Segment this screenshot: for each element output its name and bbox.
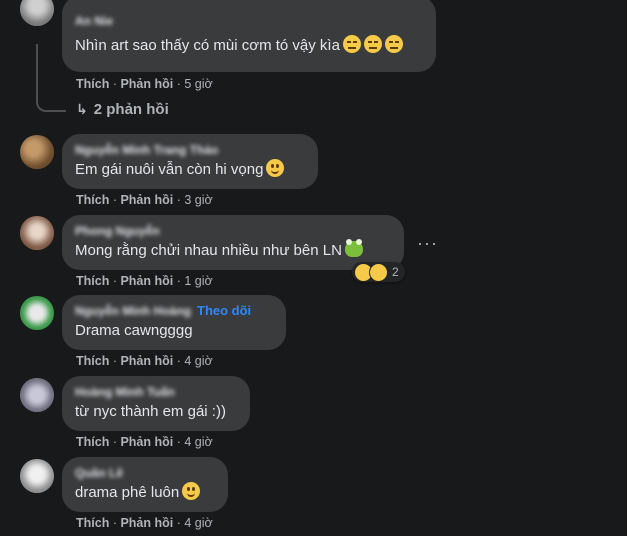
comment-author[interactable]: Nguyễn Minh Trang Thảo bbox=[75, 142, 218, 158]
follow-link[interactable]: Theo dõi bbox=[197, 303, 251, 318]
comment-actions: Thích · Phản hồi · 4 giờ bbox=[76, 516, 213, 530]
comment-time[interactable]: 1 giờ bbox=[184, 274, 212, 288]
reply-link[interactable]: Phản hồi bbox=[120, 274, 173, 288]
comment-author[interactable]: Quân Lê bbox=[75, 465, 123, 481]
comment-time[interactable]: 4 giờ bbox=[184, 354, 212, 368]
comment-text: Mong rằng chửi nhau nhiều như bên LN bbox=[75, 239, 391, 262]
comment-author[interactable]: Nguyễn Minh Hoàng bbox=[75, 303, 191, 319]
comment-time[interactable]: 5 giờ bbox=[184, 77, 212, 91]
reaction-summary[interactable]: 2 bbox=[352, 262, 405, 282]
reply-link[interactable]: Phản hồi bbox=[120, 516, 173, 530]
like-link[interactable]: Thích bbox=[76, 354, 109, 368]
comment-bubble: Quân Lê drama phê luôn bbox=[62, 457, 228, 512]
comment-author[interactable]: An Nie bbox=[75, 13, 113, 29]
like-link[interactable]: Thích bbox=[76, 516, 109, 530]
reply-link[interactable]: Phản hồi bbox=[120, 435, 173, 449]
unamused-face-icon bbox=[363, 35, 382, 53]
reply-link[interactable]: Phản hồi bbox=[120, 193, 173, 207]
comment-bubble: Hoàng Minh Tuấn từ nyc thành em gái :)) bbox=[62, 376, 250, 431]
comment-author[interactable]: Hoàng Minh Tuấn bbox=[75, 384, 175, 400]
comment-time[interactable]: 4 giờ bbox=[184, 516, 212, 530]
comment-bubble: Nguyễn Minh Trang Thảo Em gái nuôi vẫn c… bbox=[62, 134, 318, 189]
unamused-face-icon bbox=[384, 35, 403, 53]
frog-icon bbox=[344, 239, 363, 257]
avatar[interactable] bbox=[20, 0, 54, 26]
comment-actions: Thích · Phản hồi · 3 giờ bbox=[76, 193, 213, 207]
comment-author[interactable]: Phong Nguyễn bbox=[75, 223, 160, 239]
view-replies-link[interactable]: ↳ 2 phản hồi bbox=[76, 101, 169, 118]
reaction-count: 2 bbox=[392, 265, 399, 279]
comment-text: drama phê luôn bbox=[75, 482, 215, 504]
comment-text: Em gái nuôi vẫn còn hi vọng bbox=[75, 159, 305, 181]
comment-text: Nhìn art sao thấy có mùi cơm tó vậy kìa bbox=[75, 35, 423, 57]
more-options-icon[interactable]: ··· bbox=[417, 233, 438, 254]
like-link[interactable]: Thích bbox=[76, 435, 109, 449]
comment-bubble: An Nie Nhìn art sao thấy có mùi cơm tó v… bbox=[62, 0, 436, 72]
avatar[interactable] bbox=[20, 459, 54, 493]
comment-bubble: Phong Nguyễn Mong rằng chửi nhau nhiều n… bbox=[62, 215, 404, 270]
comment-actions: Thích · Phản hồi · 4 giờ bbox=[76, 435, 213, 449]
comment-bubble: Nguyễn Minh Hoàng Theo dõi Drama cawngggg bbox=[62, 295, 286, 350]
comment-text: Drama cawngggg bbox=[75, 322, 193, 339]
smiling-face-icon bbox=[182, 482, 201, 500]
reply-link[interactable]: Phản hồi bbox=[120, 354, 173, 368]
unamused-face-icon bbox=[342, 35, 361, 53]
comment-actions: Thích · Phản hồi · 1 giờ bbox=[76, 274, 213, 288]
reply-arrow-icon: ↳ bbox=[76, 101, 88, 117]
comment-text: từ nyc thành em gái :)) bbox=[75, 403, 226, 420]
comment-time[interactable]: 4 giờ bbox=[184, 435, 212, 449]
like-link[interactable]: Thích bbox=[76, 193, 109, 207]
avatar[interactable] bbox=[20, 378, 54, 412]
comment-time[interactable]: 3 giờ bbox=[184, 193, 212, 207]
comment-actions: Thích · Phản hồi · 5 giờ bbox=[76, 77, 213, 91]
crying-reaction-icon bbox=[369, 262, 388, 282]
smiling-face-icon bbox=[266, 159, 285, 177]
avatar[interactable] bbox=[20, 216, 54, 250]
avatar[interactable] bbox=[20, 296, 54, 330]
avatar[interactable] bbox=[20, 135, 54, 169]
comment-actions: Thích · Phản hồi · 4 giờ bbox=[76, 354, 213, 368]
reply-thread-line bbox=[36, 44, 66, 112]
reply-link[interactable]: Phản hồi bbox=[120, 77, 173, 91]
like-link[interactable]: Thích bbox=[76, 274, 109, 288]
like-link[interactable]: Thích bbox=[76, 77, 109, 91]
